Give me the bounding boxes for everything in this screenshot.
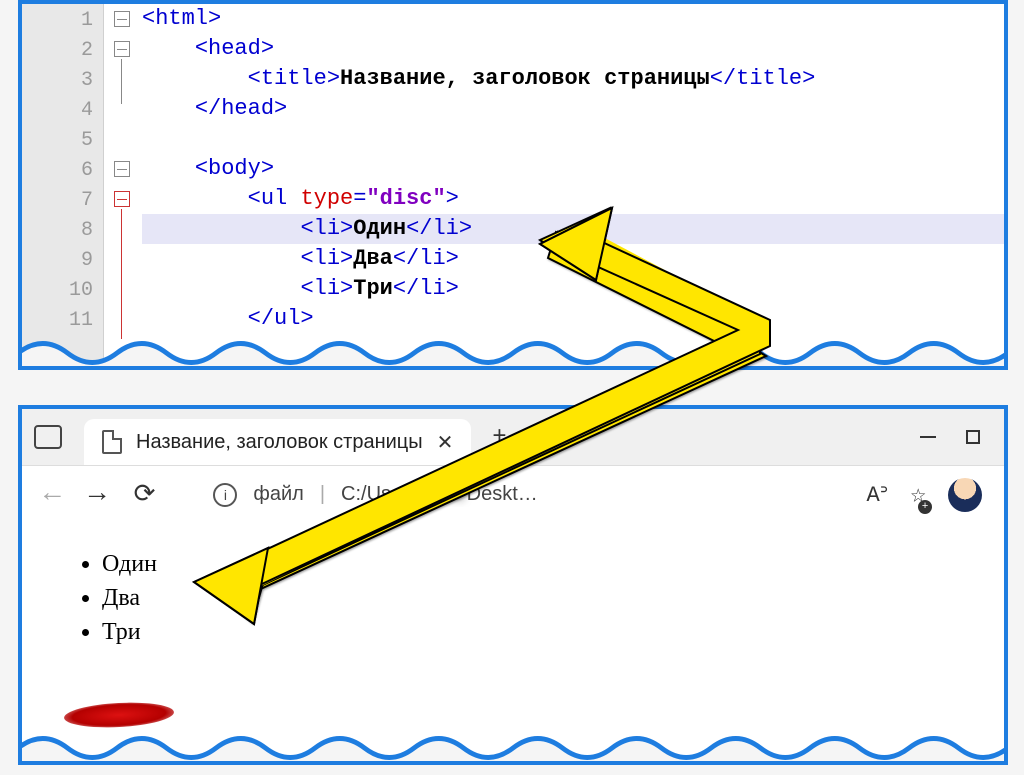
new-tab-button[interactable]: + [471,424,527,451]
line-number: 3 [22,66,103,96]
red-mark-decoration [63,700,174,730]
bullet-list: ОдинДваТри [102,547,994,649]
window-controls [920,430,1004,444]
browser-toolbar: ← → ⟳ i файл | C:/Users/alex/Deskt… Aᐣ ☆… [22,465,1004,523]
code-line[interactable]: </head> [142,94,1004,124]
favorite-icon[interactable]: ☆+ [910,479,926,510]
torn-edge-decoration [18,334,1008,370]
line-number: 11 [22,306,103,336]
fold-toggle-icon[interactable] [114,41,130,57]
browser-window-panel: Название, заголовок страницы ✕ + ← → ⟳ i… [18,405,1008,765]
tab-title: Название, заголовок страницы [136,431,423,454]
code-line[interactable]: <body> [142,154,1004,184]
url-blurred-segment: lex/ [436,483,467,505]
line-number: 10 [22,276,103,306]
code-line[interactable]: <li>Два</li> [142,244,1004,274]
code-line[interactable]: <html> [142,4,1004,34]
tab-close-icon[interactable]: ✕ [437,430,454,455]
fold-column [104,4,142,366]
code-editor-panel: 1234567891011 <html> <head> <title>Назва… [18,0,1008,370]
list-item: Два [102,581,994,615]
fold-toggle-icon[interactable] [114,11,130,27]
page-icon [102,430,122,454]
torn-edge-decoration [18,729,1008,765]
line-number-gutter: 1234567891011 [22,4,104,366]
code-line[interactable] [142,124,1004,154]
nav-forward-icon[interactable]: → [89,479,106,510]
line-number: 6 [22,156,103,186]
fold-toggle-icon[interactable] [114,191,130,207]
code-area[interactable]: <html> <head> <title>Название, заголовок… [142,4,1004,334]
code-line[interactable]: <li>Три</li> [142,274,1004,304]
line-number: 2 [22,36,103,66]
url-scheme: файл [253,483,303,506]
address-bar[interactable]: i файл | C:/Users/alex/Deskt… [213,483,838,507]
line-number: 8 [22,216,103,246]
code-line[interactable]: <ul type="disc"> [142,184,1004,214]
line-number: 7 [22,186,103,216]
window-minimize-icon[interactable] [920,436,936,438]
line-number: 1 [22,6,103,36]
line-number: 4 [22,96,103,126]
code-line[interactable]: <li>Один</li> [142,214,1004,244]
list-item: Три [102,615,994,649]
nav-back-icon[interactable]: ← [44,479,61,510]
fold-toggle-icon[interactable] [114,161,130,177]
reload-icon[interactable]: ⟳ [134,479,156,510]
read-aloud-icon[interactable]: Aᐣ [866,482,888,508]
tab-overview-icon[interactable] [34,425,62,449]
window-maximize-icon[interactable] [966,430,980,444]
url-path: C:/Users/a [341,483,435,505]
url-separator: | [320,483,325,506]
rendered-page: ОдинДваТри [22,523,1004,659]
browser-tab[interactable]: Название, заголовок страницы ✕ [84,419,471,465]
browser-tab-strip: Название, заголовок страницы ✕ + [22,409,1004,465]
profile-avatar[interactable] [948,478,982,512]
code-line[interactable]: <head> [142,34,1004,64]
list-item: Один [102,547,994,581]
site-info-icon[interactable]: i [213,483,237,507]
code-line[interactable]: <title>Название, заголовок страницы</tit… [142,64,1004,94]
url-tail: Deskt… [467,483,538,505]
code-line[interactable]: </ul> [142,304,1004,334]
line-number: 5 [22,126,103,156]
line-number: 9 [22,246,103,276]
